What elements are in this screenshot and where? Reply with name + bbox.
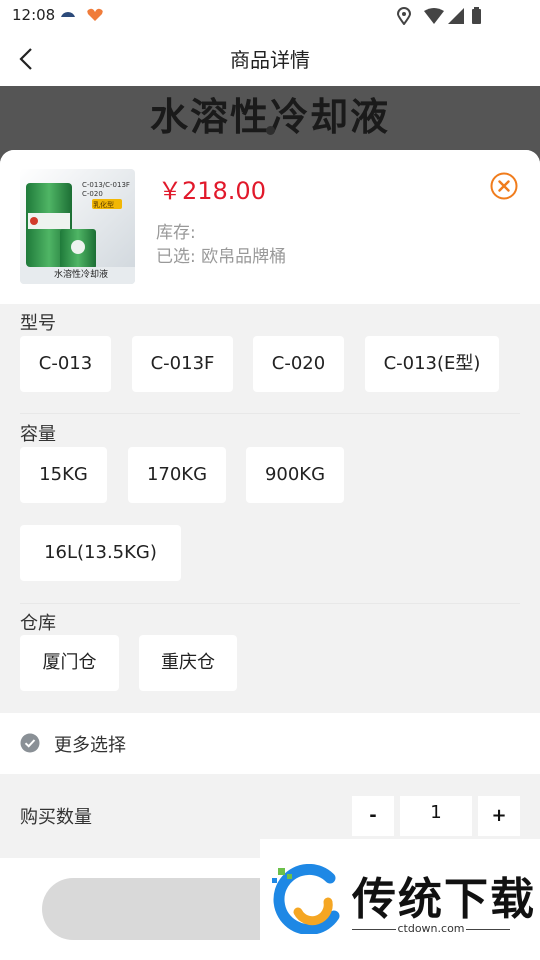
- status-time: 12:08: [12, 6, 56, 24]
- thumbnail-codes: C-013/C-013F C-020: [82, 181, 130, 198]
- option-capacity[interactable]: 170KG: [128, 447, 226, 503]
- selected-summary: 已选: 欧帛品牌桶: [156, 247, 287, 267]
- section-divider: [20, 603, 520, 604]
- wifi-icon: [424, 8, 444, 24]
- option-model[interactable]: C-020: [253, 336, 344, 392]
- warehouse-section-label: 仓库: [20, 613, 56, 634]
- check-circle-icon[interactable]: [20, 733, 40, 753]
- quantity-decrease-button[interactable]: -: [352, 796, 394, 836]
- price: ￥218.00: [158, 177, 266, 205]
- model-section-label: 型号: [20, 313, 56, 334]
- location-icon: [396, 7, 412, 25]
- car-notification-icon: [61, 12, 75, 17]
- battery-icon: [472, 7, 481, 24]
- section-divider: [20, 413, 520, 414]
- thumbnail-tag: 乳化型: [93, 201, 114, 209]
- quantity-label: 购买数量: [20, 807, 92, 828]
- option-model[interactable]: C-013F: [132, 336, 233, 392]
- quantity-input[interactable]: 1: [400, 796, 472, 836]
- system-status-icons: [396, 7, 481, 25]
- thumbnail-caption: 水溶性冷却液: [54, 270, 109, 280]
- more-options-label: 更多选择: [54, 735, 126, 756]
- ctdown-logo-icon: [272, 864, 340, 934]
- capacity-section-label: 容量: [20, 424, 56, 445]
- option-model[interactable]: C-013: [20, 336, 111, 392]
- stock-label: 库存:: [156, 223, 196, 243]
- carousel-indicator: [266, 126, 275, 135]
- heart-app-notification-icon: [87, 8, 103, 21]
- watermark-title: 传统下载: [352, 874, 536, 925]
- option-capacity[interactable]: 15KG: [20, 447, 107, 503]
- option-capacity[interactable]: 16L(13.5KG): [20, 525, 181, 581]
- signal-icon: [448, 8, 464, 24]
- option-warehouse[interactable]: 厦门仓: [20, 635, 119, 691]
- watermark-url: ctdown.com: [397, 922, 465, 935]
- page-title: 商品详情: [230, 48, 310, 72]
- close-icon[interactable]: [490, 172, 518, 200]
- option-model[interactable]: C-013(E型): [365, 336, 499, 392]
- option-capacity[interactable]: 900KG: [246, 447, 344, 503]
- option-warehouse[interactable]: 重庆仓: [139, 635, 237, 691]
- quantity-increase-button[interactable]: +: [478, 796, 520, 836]
